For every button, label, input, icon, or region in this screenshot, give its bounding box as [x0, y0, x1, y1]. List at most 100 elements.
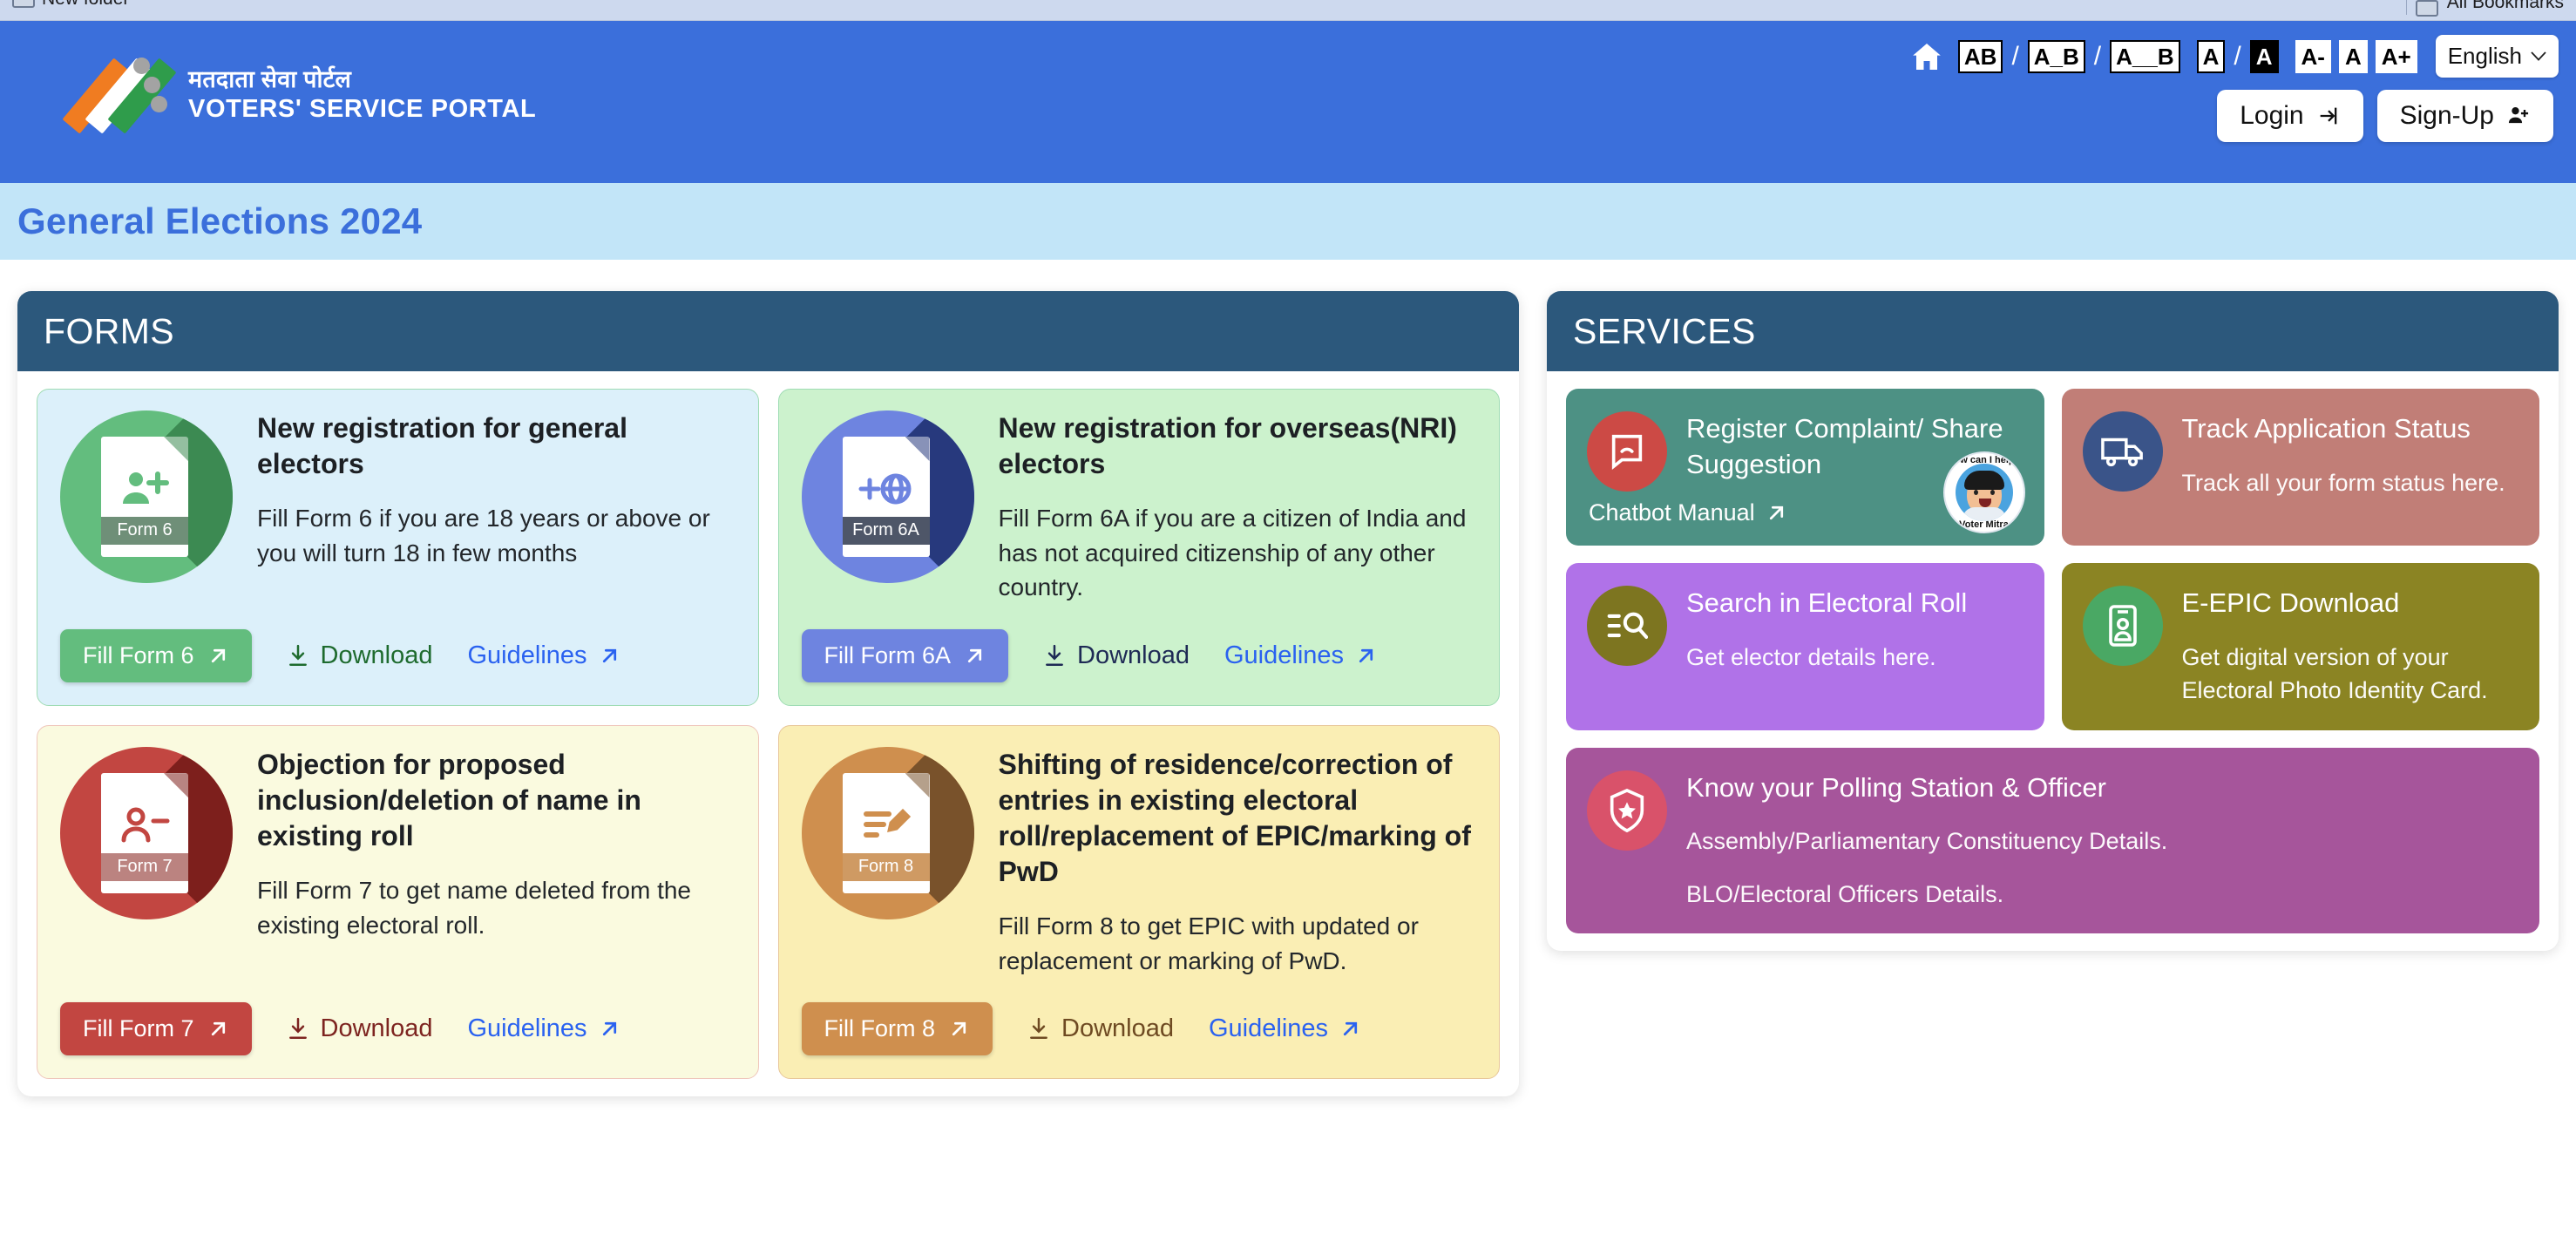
globe-add-document-icon: Form 6A: [801, 410, 974, 583]
chevron-down-icon: [2531, 51, 2546, 61]
main-content: FORMS Form 6 New registration for genera…: [0, 260, 2576, 1097]
fill-form-button-label: Fill Form 6A: [824, 642, 952, 669]
voter-mitra-chatbot-badge[interactable]: How can I help? Voter Mitra: [1942, 451, 2025, 533]
form-card-title: New registration for general electors: [257, 412, 627, 479]
folder-icon: [12, 0, 35, 8]
login-arrow-icon: [2320, 107, 2336, 125]
home-icon[interactable]: [1908, 39, 1945, 74]
service-tile-subtitle: Get digital version of your Electoral Ph…: [2181, 643, 2488, 704]
forms-panel: FORMS Form 6 New registration for genera…: [17, 291, 1519, 1097]
signup-button-label: Sign-Up: [2399, 101, 2494, 130]
fill-form-button-label: Fill Form 8: [824, 1015, 936, 1042]
separator-slash: /: [2093, 41, 2102, 71]
form-card-description: Fill Form 8 to get EPIC with updated or …: [998, 912, 1419, 974]
services-panel-heading: SERVICES: [1547, 291, 2559, 371]
service-tile-subtitle: Track all your form status here.: [2181, 469, 2505, 496]
election-banner: General Elections 2024: [0, 183, 2576, 260]
guidelines-link-label: Guidelines: [467, 1014, 587, 1043]
services-grid: Register Complaint/ Share Suggestion Cha…: [1566, 389, 2539, 934]
download-link[interactable]: Download: [287, 1014, 433, 1043]
fill-form-button[interactable]: Fill Form 7: [60, 1002, 252, 1056]
form-icon-wrapper: Form 6: [60, 410, 234, 583]
form-card-description: Fill Form 6 if you are 18 years or above…: [257, 504, 710, 566]
brand-title-english: VOTERS' SERVICE PORTAL: [188, 94, 537, 123]
guidelines-link[interactable]: Guidelines: [1224, 641, 1377, 670]
accessibility-toolbar: AB / A_B / A__B A / A A- A A+ English: [1908, 35, 2559, 78]
form-card-title: Objection for proposed inclusion/deletio…: [257, 749, 641, 852]
service-tile[interactable]: Search in Electoral Roll Get elector det…: [1566, 563, 2044, 730]
form-card-actions: Fill Form 7 Download Guidelines: [60, 978, 736, 1056]
contrast-high-button[interactable]: A: [2249, 39, 2279, 73]
letter-spacing-medium-button[interactable]: A_B: [2027, 39, 2085, 73]
font-size-decrease-button[interactable]: A-: [2295, 39, 2331, 73]
contrast-normal-button[interactable]: A: [2196, 39, 2226, 73]
bookmark-new-folder[interactable]: New folder: [12, 0, 129, 10]
form-badge-label: Form 6A: [842, 517, 930, 545]
download-link-label: Download: [1061, 1014, 1174, 1043]
person-remove-document-icon: Form 7: [60, 747, 233, 920]
download-link[interactable]: Download: [1027, 1014, 1174, 1043]
forms-panel-heading: FORMS: [17, 291, 1519, 371]
service-tile-subtitle-secondary: BLO/Electoral Officers Details.: [1686, 880, 2004, 907]
bookmark-new-folder-label: New folder: [42, 0, 129, 10]
font-size-increase-button[interactable]: A+: [2375, 39, 2417, 73]
download-link[interactable]: Download: [1043, 641, 1190, 670]
eci-logo-icon: [62, 52, 177, 138]
letter-spacing-normal-button[interactable]: AB: [1957, 39, 2003, 73]
edit-document-icon: Form 8: [801, 747, 974, 920]
election-banner-title: General Elections 2024: [17, 200, 423, 241]
service-tile-title: Track Application Status: [2181, 413, 2471, 444]
guidelines-link-label: Guidelines: [1208, 1014, 1329, 1043]
form-card: Form 6A New registration for overseas(NR…: [777, 389, 1500, 707]
list-search-icon: [1587, 586, 1667, 666]
form-card-actions: Fill Form 6 Download Guidelines: [60, 605, 736, 683]
bookmark-all-bookmarks-label[interactable]: All Bookmarks: [2447, 0, 2564, 13]
form-icon-wrapper: Form 6A: [801, 410, 976, 605]
service-tile[interactable]: E-EPIC Download Get digital version of y…: [2061, 563, 2539, 730]
fill-form-button[interactable]: Fill Form 6: [60, 629, 252, 683]
form-badge-label: Form 8: [842, 853, 930, 882]
brand-title-hindi: मतदाता सेवा पोर्टल: [188, 65, 351, 92]
chatbot-manual-label: Chatbot Manual: [1589, 499, 1755, 526]
form-card-actions: Fill Form 6A Download Guidelines: [801, 605, 1477, 683]
service-tile-subtitle: Assembly/Parliamentary Constituency Deta…: [1686, 828, 2168, 855]
login-button-label: Login: [2240, 101, 2304, 130]
language-selector-value: English: [2447, 43, 2522, 69]
separator-slash: /: [2234, 41, 2241, 71]
service-tile[interactable]: Register Complaint/ Share Suggestion Cha…: [1566, 389, 2044, 546]
fill-form-button[interactable]: Fill Form 6A: [801, 629, 1009, 683]
delivery-truck-icon: [2082, 411, 2163, 492]
form-card: Form 8 Shifting of residence/correction …: [777, 725, 1500, 1080]
guidelines-link[interactable]: Guidelines: [467, 641, 620, 670]
form-card-title: New registration for overseas(NRI) elect…: [998, 412, 1457, 479]
service-tile-title: E-EPIC Download: [2181, 587, 2400, 618]
font-size-reset-button[interactable]: A: [2338, 39, 2368, 73]
form-card-description: Fill Form 7 to get name deleted from the…: [257, 877, 691, 939]
language-selector[interactable]: English: [2435, 35, 2559, 78]
form-card-description: Fill Form 6A if you are a citizen of Ind…: [998, 504, 1467, 601]
letter-spacing-wide-button[interactable]: A__B: [2110, 39, 2180, 73]
download-link-label: Download: [320, 641, 433, 670]
guidelines-link[interactable]: Guidelines: [1209, 1014, 1361, 1043]
person-add-icon: [2508, 106, 2529, 124]
signup-button[interactable]: Sign-Up: [2376, 90, 2553, 142]
download-link-label: Download: [320, 1014, 433, 1043]
service-tile[interactable]: Track Application Status Track all your …: [2061, 389, 2539, 546]
bookmark-divider: [2405, 0, 2407, 15]
guidelines-link-label: Guidelines: [1224, 641, 1345, 670]
download-link[interactable]: Download: [287, 641, 433, 670]
guidelines-link[interactable]: Guidelines: [467, 1014, 620, 1043]
brand-block[interactable]: मतदाता सेवा पोर्टल VOTERS' SERVICE PORTA…: [62, 52, 537, 138]
person-add-document-icon: Form 6: [60, 410, 233, 583]
form-icon-wrapper: Form 7: [60, 747, 234, 942]
guidelines-link-label: Guidelines: [467, 641, 587, 670]
login-button[interactable]: Login: [2217, 90, 2363, 142]
form-icon-wrapper: Form 8: [801, 747, 976, 978]
voter-mitra-avatar-icon: [1955, 464, 2013, 521]
fill-form-button[interactable]: Fill Form 8: [801, 1002, 993, 1056]
form-card-title: Shifting of residence/correction of entr…: [998, 749, 1471, 888]
chatbot-manual-link[interactable]: Chatbot Manual: [1589, 499, 1787, 526]
browser-bookmarks-bar: New folder All Bookmarks: [0, 0, 2576, 21]
forms-grid: Form 6 New registration for general elec…: [37, 389, 1500, 1080]
service-tile[interactable]: Know your Polling Station & Officer Asse…: [1566, 747, 2539, 934]
